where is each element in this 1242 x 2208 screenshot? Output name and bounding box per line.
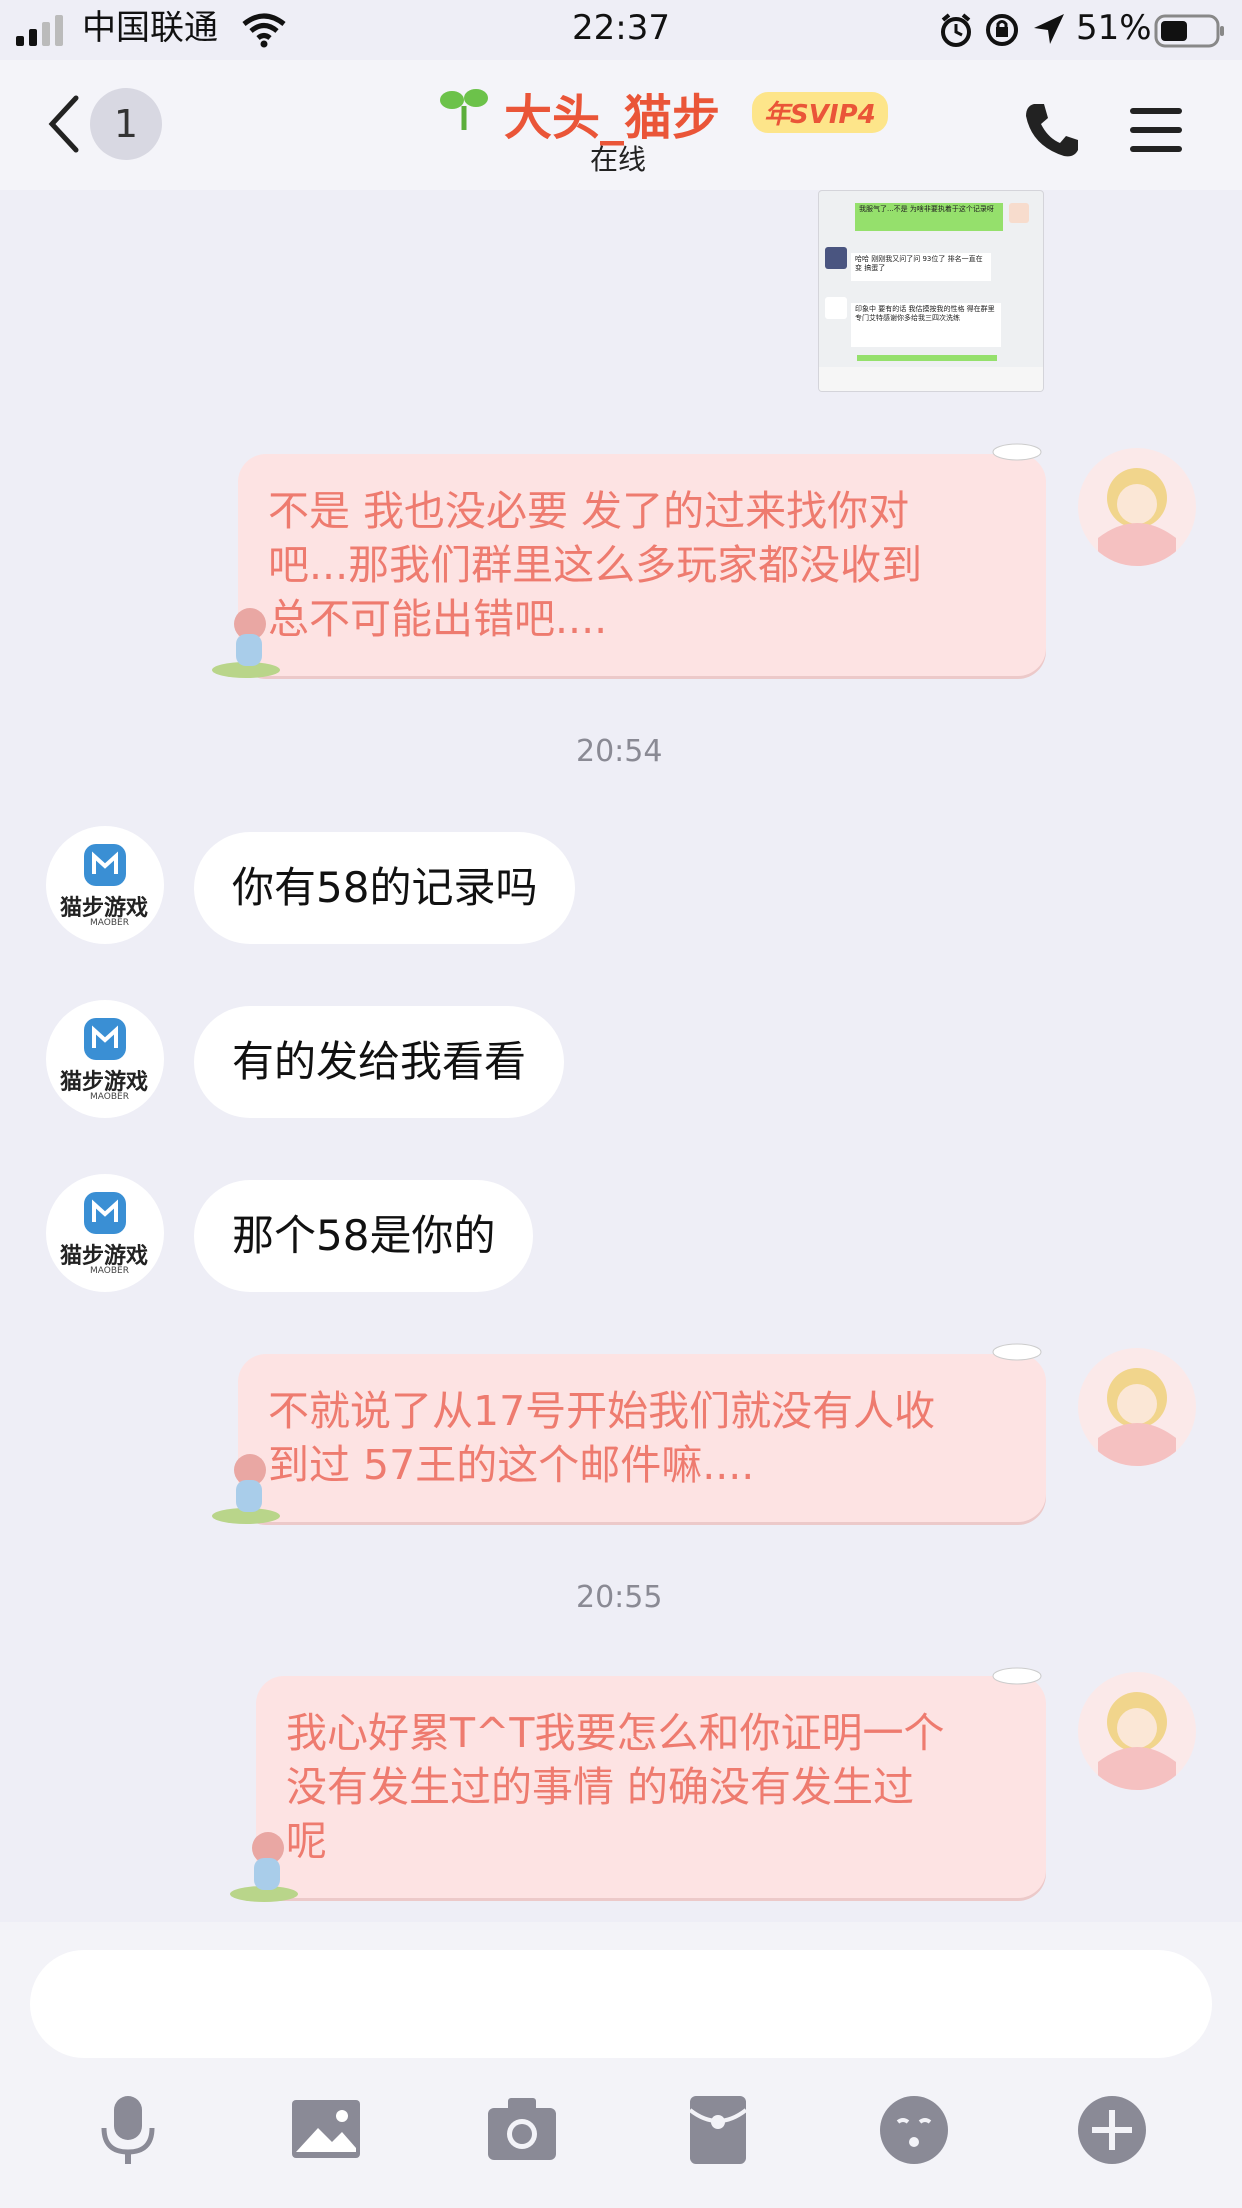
preview-bar bbox=[857, 355, 997, 361]
my-avatar[interactable] bbox=[1078, 448, 1196, 566]
clock: 22:37 bbox=[572, 8, 670, 48]
anime-girl-avatar-icon bbox=[1098, 1368, 1176, 1466]
emoji-icon[interactable] bbox=[874, 2090, 954, 2170]
online-status: 在线 bbox=[590, 143, 647, 176]
message-bubble-left[interactable]: 你有58的记录吗 bbox=[194, 832, 576, 944]
anime-girl-avatar-icon bbox=[1098, 1692, 1176, 1790]
wifi-icon bbox=[242, 13, 286, 48]
contact-avatar[interactable]: 猫步游戏 MAOBER bbox=[46, 826, 164, 944]
location-icon bbox=[1034, 14, 1064, 44]
cloud-decoration-icon bbox=[992, 1667, 1042, 1685]
preview-avatar bbox=[825, 247, 847, 269]
logo-subtext: MAOBER bbox=[90, 1266, 129, 1276]
chat-header: 1 大头_猫步 年SVIP4 在线 bbox=[0, 60, 1242, 190]
message-bubble-right[interactable]: 不是 我也没必要 发了的过来找你对 吧...那我们群里这么多玩家都没收到 总不可… bbox=[238, 454, 1046, 676]
anime-girl-sticker-icon bbox=[212, 608, 280, 678]
alarm-icon bbox=[941, 13, 971, 47]
battery-icon bbox=[1154, 14, 1224, 48]
unread-count-badge[interactable]: 1 bbox=[90, 88, 162, 160]
rotation-lock-icon bbox=[986, 14, 1018, 46]
cloud-decoration-icon bbox=[992, 443, 1042, 461]
message-text: 到过 57王的这个邮件嘛.... bbox=[268, 1441, 755, 1489]
preview-avatar bbox=[825, 297, 847, 319]
message-text: 我心好累T^T我要怎么和你证明一个 bbox=[286, 1709, 945, 1757]
logo-subtext: MAOBER bbox=[90, 1092, 129, 1102]
timestamp: 20:55 bbox=[576, 1580, 663, 1615]
message-text: 没有发生过的事情 的确没有发生过 bbox=[286, 1763, 915, 1811]
logo-subtext: MAOBER bbox=[90, 918, 129, 928]
preview-line: 哈哈 刚刚我又问了问 93位了 排名一直在变 搞蛋了 bbox=[851, 253, 991, 281]
message-bubble-right[interactable]: 我心好累T^T我要怎么和你证明一个 没有发生过的事情 的确没有发生过 呢 bbox=[256, 1676, 1046, 1898]
timestamp: 20:54 bbox=[576, 734, 663, 769]
camera-icon[interactable] bbox=[482, 2090, 562, 2170]
back-arrow-icon[interactable] bbox=[44, 94, 84, 154]
cloud-decoration-icon bbox=[992, 1343, 1042, 1361]
message-text: 吧...那我们群里这么多玩家都没收到 bbox=[268, 541, 923, 589]
plus-icon[interactable] bbox=[1072, 2090, 1152, 2170]
message-text: 不就说了从17号开始我们就没有人收 bbox=[268, 1387, 936, 1435]
preview-line: 我服气了...不是 为啥非要执着于这个记录呀 bbox=[855, 203, 1003, 231]
anime-girl-avatar-icon bbox=[1098, 468, 1176, 566]
anime-girl-sticker-icon bbox=[212, 1454, 280, 1524]
message-text: 总不可能出错吧.... bbox=[268, 595, 608, 643]
contact-avatar[interactable]: 猫步游戏 MAOBER bbox=[46, 1000, 164, 1118]
message-text: 呢 bbox=[286, 1817, 327, 1865]
microphone-icon[interactable] bbox=[88, 2090, 168, 2170]
svip-badge: 年SVIP4 bbox=[752, 92, 888, 133]
preview-input bbox=[819, 367, 1043, 391]
message-bubble-left[interactable]: 那个58是你的 bbox=[194, 1180, 534, 1292]
phone-icon[interactable] bbox=[1022, 100, 1082, 160]
status-bar: 中国联通 22:37 51% bbox=[0, 0, 1242, 60]
battery-percent: 51% bbox=[1076, 8, 1152, 48]
carrier-label: 中国联通 bbox=[82, 8, 218, 48]
anime-girl-sticker-icon bbox=[230, 1832, 298, 1902]
red-packet-icon[interactable] bbox=[678, 2090, 758, 2170]
my-avatar[interactable] bbox=[1078, 1348, 1196, 1466]
message-input[interactable] bbox=[30, 1950, 1212, 2058]
my-avatar[interactable] bbox=[1078, 1672, 1196, 1790]
signal-icon bbox=[16, 15, 63, 46]
sprout-icon bbox=[440, 89, 488, 130]
preview-avatar bbox=[1009, 203, 1029, 223]
message-text: 不是 我也没必要 发了的过来找你对 bbox=[268, 487, 910, 535]
preview-line: 印象中 要有的话 我估摸按我的性格 得在群里专门艾特感谢你多给我三四次洗练 bbox=[851, 303, 1001, 347]
image-icon[interactable] bbox=[286, 2090, 366, 2170]
message-bubble-right[interactable]: 不就说了从17号开始我们就没有人收 到过 57王的这个邮件嘛.... bbox=[238, 1354, 1046, 1522]
image-message[interactable]: 我服气了...不是 为啥非要执着于这个记录呀 哈哈 刚刚我又问了问 93位了 排… bbox=[818, 190, 1044, 392]
message-bubble-left[interactable]: 有的发给我看看 bbox=[194, 1006, 565, 1118]
menu-icon[interactable] bbox=[1128, 104, 1184, 156]
contact-avatar[interactable]: 猫步游戏 MAOBER bbox=[46, 1174, 164, 1292]
